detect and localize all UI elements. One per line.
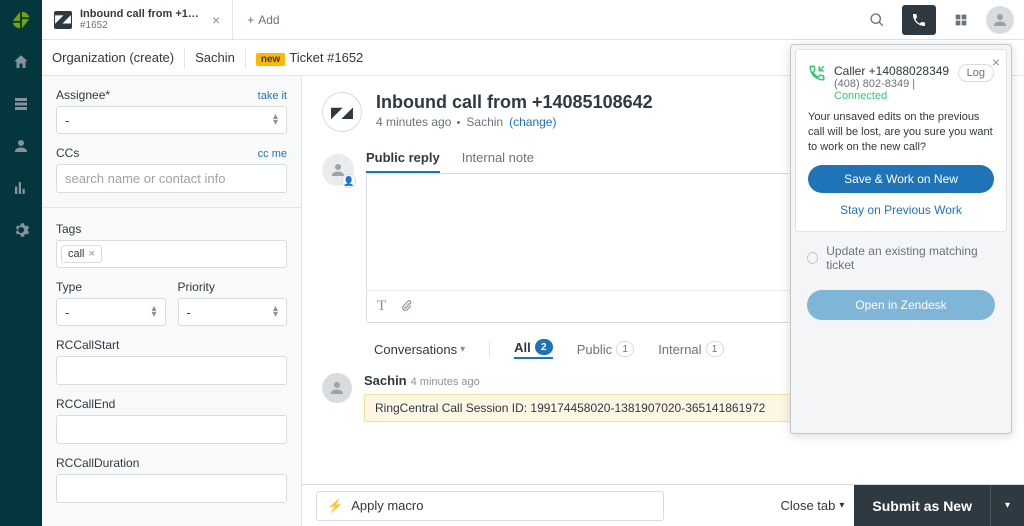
caller-number: (408) 802-8349: [834, 78, 909, 90]
open-in-zendesk-button[interactable]: Open in Zendesk: [807, 290, 995, 320]
ticket-type-icon: ◤◢: [322, 92, 362, 132]
priority-label: Priority: [178, 280, 215, 294]
comment-time: 4 minutes ago: [411, 376, 480, 388]
stay-previous-link[interactable]: Stay on Previous Work: [808, 203, 994, 217]
call-status: Connected: [834, 90, 887, 102]
chevron-updown-icon: ▴▾: [151, 306, 156, 318]
workspace-tab[interactable]: ◤◢ Inbound call from +1408… #1652 ×: [42, 0, 233, 39]
tab-subtitle: #1652: [80, 20, 200, 31]
search-button[interactable]: [860, 5, 894, 35]
user-link[interactable]: Sachin: [195, 50, 235, 65]
filter-all[interactable]: All2: [514, 339, 553, 359]
chevron-down-icon: ▾: [1005, 500, 1010, 511]
ticket-properties-panel: Assignee* take it -▴▾ CCs cc me Tags call×: [42, 76, 302, 526]
rccallend-label: RCCallEnd: [56, 397, 115, 411]
tab-title: Inbound call from +1408…: [80, 8, 200, 20]
bottom-bar: ⚡Apply macro Close tab▾ Submit as New ▾: [302, 484, 1024, 526]
ticket-ref: newTicket #1652: [256, 50, 363, 65]
radio-icon: [807, 252, 818, 264]
agent-badge-icon: 👤: [342, 174, 356, 188]
nav-views-icon[interactable]: [9, 92, 33, 116]
chevron-updown-icon: ▴▾: [273, 306, 278, 318]
internal-note-tab[interactable]: Internal note: [462, 150, 534, 173]
attachment-icon[interactable]: [400, 299, 413, 315]
tag-chip: call×: [61, 245, 102, 263]
cc-me-link[interactable]: cc me: [258, 148, 287, 160]
save-work-new-button[interactable]: Save & Work on New: [808, 165, 994, 193]
top-tab-bar: ◤◢ Inbound call from +1408… #1652 × +Add: [42, 0, 1024, 40]
assignee-select[interactable]: -▴▾: [56, 106, 287, 134]
filter-public[interactable]: Public1: [577, 341, 634, 357]
change-requester-link[interactable]: (change): [509, 115, 556, 129]
priority-select[interactable]: -▴▾: [178, 298, 288, 326]
nav-home-icon[interactable]: [9, 50, 33, 74]
user-avatar[interactable]: [986, 6, 1014, 34]
rccallduration-label: RCCallDuration: [56, 456, 139, 470]
incoming-call-icon: [808, 64, 826, 85]
apps-button[interactable]: [944, 5, 978, 35]
composer-avatar: 👤: [322, 154, 354, 186]
add-tab-button[interactable]: +Add: [233, 0, 293, 39]
call-popup: Ring × Caller +14088028349 (408) 802-834…: [790, 44, 1012, 434]
public-reply-tab[interactable]: Public reply: [366, 150, 440, 173]
nav-reporting-icon[interactable]: [9, 176, 33, 200]
rccallstart-label: RCCallStart: [56, 338, 119, 352]
assignee-label: Assignee*: [56, 88, 110, 102]
popup-close-icon[interactable]: ×: [992, 54, 1000, 70]
log-button[interactable]: Log: [958, 64, 994, 82]
filter-internal[interactable]: Internal1: [658, 341, 723, 357]
text-format-icon[interactable]: T: [377, 298, 386, 315]
bolt-icon: ⚡: [327, 498, 343, 514]
rccallduration-input[interactable]: [56, 474, 287, 503]
tags-label: Tags: [56, 222, 81, 236]
ccs-input[interactable]: [56, 164, 287, 193]
take-it-link[interactable]: take it: [258, 90, 287, 102]
nav-admin-icon[interactable]: [9, 218, 33, 242]
comment-author: Sachin: [364, 373, 407, 388]
close-tab-button[interactable]: Close tab▾: [780, 498, 844, 513]
type-label: Type: [56, 280, 82, 294]
ticket-time: 4 minutes ago: [376, 115, 451, 129]
new-badge: new: [256, 53, 285, 66]
plus-icon: +: [247, 13, 254, 27]
ccs-label: CCs: [56, 146, 79, 160]
remove-tag-icon[interactable]: ×: [89, 248, 95, 260]
zendesk-logo: [9, 8, 33, 32]
ticket-author: Sachin: [466, 115, 503, 129]
nav-customers-icon[interactable]: [9, 134, 33, 158]
left-nav-rail: [0, 0, 42, 526]
rccallstart-input[interactable]: [56, 356, 287, 385]
submit-dropdown[interactable]: ▾: [990, 485, 1024, 526]
update-existing-option[interactable]: Update an existing matching ticket: [807, 244, 995, 272]
popup-message: Your unsaved edits on the previous call …: [808, 110, 994, 155]
submit-button[interactable]: Submit as New: [854, 485, 990, 526]
comment-avatar: [322, 373, 352, 403]
chevron-updown-icon: ▴▾: [273, 114, 278, 126]
conversations-filter[interactable]: Conversations▾: [374, 342, 465, 357]
close-tab-icon[interactable]: ×: [212, 12, 220, 28]
tags-input[interactable]: call×: [56, 240, 287, 268]
caller-name: Caller +14088028349: [834, 64, 950, 78]
apply-macro-button[interactable]: ⚡Apply macro: [316, 491, 664, 521]
ticket-icon: ◤◢: [54, 11, 72, 29]
phone-button[interactable]: [902, 5, 936, 35]
org-link[interactable]: Organization (create): [52, 50, 174, 65]
ticket-title: Inbound call from +14085108642: [376, 92, 653, 113]
chevron-down-icon: ▾: [839, 500, 844, 511]
chevron-down-icon: ▾: [460, 344, 465, 355]
type-select[interactable]: -▴▾: [56, 298, 166, 326]
rccallend-input[interactable]: [56, 415, 287, 444]
